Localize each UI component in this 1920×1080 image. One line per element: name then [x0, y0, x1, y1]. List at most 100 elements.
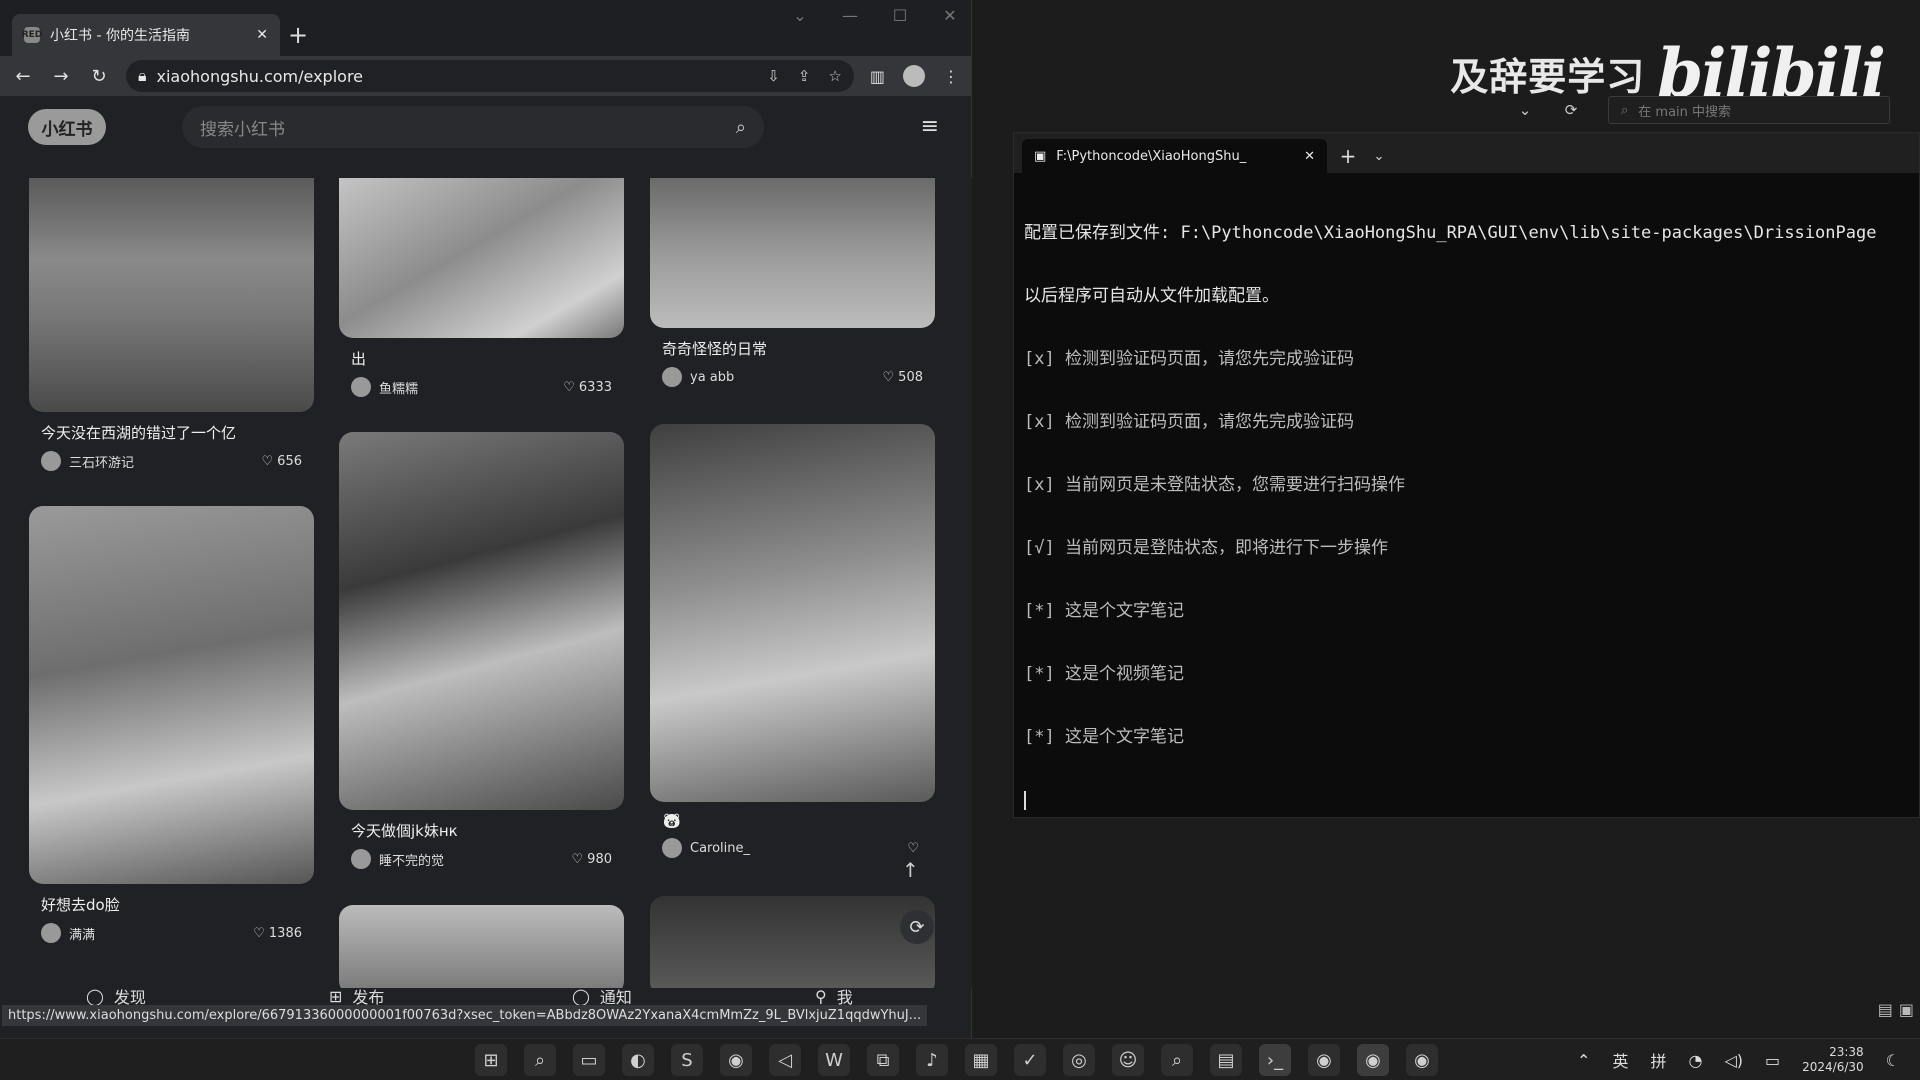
chevron-up-icon[interactable]: ⌃	[1577, 1051, 1590, 1070]
calendar-icon[interactable]: ▦	[965, 1044, 997, 1076]
chrome-icon-2[interactable]: ◉	[1357, 1044, 1389, 1076]
file-explorer-icon[interactable]: ▤	[1210, 1044, 1242, 1076]
wifi-icon[interactable]: ◔	[1688, 1051, 1702, 1070]
browser-tab[interactable]: RED 小红书 - 你的生活指南 ✕	[12, 14, 280, 56]
star-icon[interactable]: ☆	[828, 67, 841, 85]
chevron-down-icon[interactable]: ⌄	[1369, 139, 1389, 173]
terminal-app-icon[interactable]: ›_	[1259, 1044, 1291, 1076]
chrome-icon[interactable]: ◉	[1308, 1044, 1340, 1076]
do-not-disturb-icon[interactable]: ☾	[1886, 1051, 1900, 1070]
note-cover-image[interactable]	[650, 178, 935, 328]
minimize-icon[interactable]: —	[839, 6, 861, 25]
like-count[interactable]: ♡	[907, 841, 923, 856]
hamburger-menu-icon[interactable]: ≡	[921, 114, 939, 139]
new-tab-button[interactable]: +	[1333, 139, 1363, 173]
note-title[interactable]: 好想去do脸	[29, 884, 314, 919]
refresh-feed-button[interactable]: ⟳	[900, 910, 934, 944]
maximize-icon[interactable]: ☐	[889, 6, 911, 25]
note-cover-image[interactable]	[339, 432, 624, 810]
checkmark-app-icon[interactable]: ✓	[1014, 1044, 1046, 1076]
magnifier-app-icon[interactable]: ⌕	[1161, 1044, 1193, 1076]
avatar[interactable]	[41, 923, 61, 943]
avatar[interactable]	[662, 838, 682, 858]
vscode-icon[interactable]: ◁	[769, 1044, 801, 1076]
edge-browser-icon[interactable]: ◐	[622, 1044, 654, 1076]
profile-avatar[interactable]	[903, 65, 925, 87]
avatar[interactable]	[662, 367, 682, 387]
notes-icon[interactable]: ♪	[916, 1044, 948, 1076]
note-card[interactable]	[650, 896, 935, 988]
back-arrow-icon[interactable]: ←	[12, 66, 34, 87]
refresh-icon[interactable]: ⟳	[1562, 101, 1580, 119]
task-view-icon[interactable]: ▭	[573, 1044, 605, 1076]
wechat-icon[interactable]: ◎	[1063, 1044, 1095, 1076]
note-cover-image[interactable]	[29, 178, 314, 412]
share-icon[interactable]: ⇪	[798, 67, 811, 85]
clock[interactable]: 23:38 2024/6/30	[1802, 1045, 1864, 1075]
note-cover-image[interactable]	[339, 905, 624, 988]
start-icon[interactable]: ⊞	[475, 1044, 507, 1076]
input-method[interactable]: 拼	[1650, 1048, 1666, 1072]
input-language[interactable]: 英	[1612, 1048, 1628, 1072]
note-title[interactable]: 🐻︎	[650, 802, 935, 834]
more-menu-icon[interactable]: ⋮	[943, 67, 959, 86]
xhs-search-input[interactable]: 搜索小红书 ⌕	[182, 106, 764, 148]
close-icon[interactable]: ✕	[256, 27, 268, 43]
close-icon[interactable]: ✕	[939, 6, 961, 25]
nav-me[interactable]: ⚲ 我	[729, 985, 972, 1008]
window-switcher-icon[interactable]: ⧉	[867, 1044, 899, 1076]
note-cover-image[interactable]	[650, 424, 935, 802]
volume-icon[interactable]: ◁)	[1724, 1051, 1743, 1070]
note-title[interactable]: 出	[339, 338, 624, 373]
note-author[interactable]: 三石环游记	[69, 452, 134, 471]
note-author[interactable]: ya abb	[690, 370, 734, 385]
note-title[interactable]: 奇奇怪怪的日常	[650, 328, 935, 363]
nav-discover[interactable]: ◯ 发现	[0, 985, 243, 1008]
search-icon[interactable]: ⌕	[736, 117, 746, 138]
terminal-tab[interactable]: ▣ F:\Pythoncode\XiaoHongShu_ ✕	[1022, 139, 1327, 173]
side-panel-icon[interactable]: ▥	[870, 67, 885, 86]
face-app-icon[interactable]: ☺	[1112, 1044, 1144, 1076]
terminal-window[interactable]: ▣ F:\Pythoncode\XiaoHongShu_ ✕ + ⌄ 配置已保存…	[1013, 132, 1920, 818]
like-count[interactable]: ♡ 656	[262, 454, 302, 469]
explore-feed[interactable]: 今天没在西湖的错过了一个亿 三石环游记 ♡ 656 好想去do脸 满满 ♡ 1386…	[0, 178, 972, 988]
reload-icon[interactable]: ↻	[88, 66, 110, 87]
avatar[interactable]	[351, 849, 371, 869]
note-cover-image[interactable]	[339, 178, 624, 338]
avatar[interactable]	[41, 451, 61, 471]
note-author[interactable]: 睡不完的觉	[379, 850, 444, 869]
note-author[interactable]: 满满	[69, 924, 95, 943]
arrow-up-icon[interactable]: ↑	[902, 858, 919, 882]
list-view-icon[interactable]: ▤	[1878, 1000, 1893, 1019]
chevron-down-icon[interactable]: ⌄	[1516, 101, 1534, 119]
note-author[interactable]: 鱼糯糯	[379, 378, 418, 397]
avatar[interactable]	[351, 377, 371, 397]
forward-arrow-icon[interactable]: →	[50, 66, 72, 87]
install-icon[interactable]: ⇩	[767, 67, 780, 85]
sublime-icon[interactable]: S	[671, 1044, 703, 1076]
note-card[interactable]: 好想去do脸 满满 ♡ 1386	[29, 506, 314, 947]
address-bar[interactable]: 🔒︎ xiaohongshu.com/explore ⇩ ⇪ ☆	[126, 60, 854, 92]
note-card[interactable]: 今天做個jk妹нк 睡不完的觉 ♡ 980	[339, 432, 624, 873]
new-tab-button[interactable]: +	[280, 14, 316, 56]
editor-search-box[interactable]: ⌕ 在 main 中搜索	[1608, 96, 1890, 124]
chevron-down-icon[interactable]: ⌄	[789, 6, 811, 25]
nav-notifications[interactable]: ◯ 通知	[486, 985, 729, 1008]
note-cover-image[interactable]	[29, 506, 314, 884]
note-title[interactable]: 今天没在西湖的错过了一个亿	[29, 412, 314, 447]
xhs-logo[interactable]: 小红书	[28, 109, 106, 145]
media-player-icon[interactable]: ◉	[720, 1044, 752, 1076]
note-cover-image[interactable]	[650, 896, 935, 988]
note-author[interactable]: Caroline_	[690, 841, 750, 856]
panel-view-icon[interactable]: ▣	[1899, 1000, 1914, 1019]
nav-publish[interactable]: ⊞ 发布	[243, 985, 486, 1008]
note-card[interactable]: 🐻︎ Caroline_ ♡	[650, 424, 935, 862]
like-count[interactable]: ♡ 6333	[563, 380, 612, 395]
note-card[interactable]: 出 鱼糯糯 ♡ 6333	[339, 178, 624, 401]
search-icon[interactable]: ⌕	[524, 1044, 556, 1076]
like-count[interactable]: ♡ 508	[883, 370, 923, 385]
chrome-icon-3[interactable]: ◉	[1406, 1044, 1438, 1076]
note-card[interactable]: 奇奇怪怪的日常 ya abb ♡ 508	[650, 178, 935, 391]
like-count[interactable]: ♡ 1386	[253, 926, 302, 941]
note-card[interactable]: 今天没在西湖的错过了一个亿 三石环游记 ♡ 656	[29, 178, 314, 475]
